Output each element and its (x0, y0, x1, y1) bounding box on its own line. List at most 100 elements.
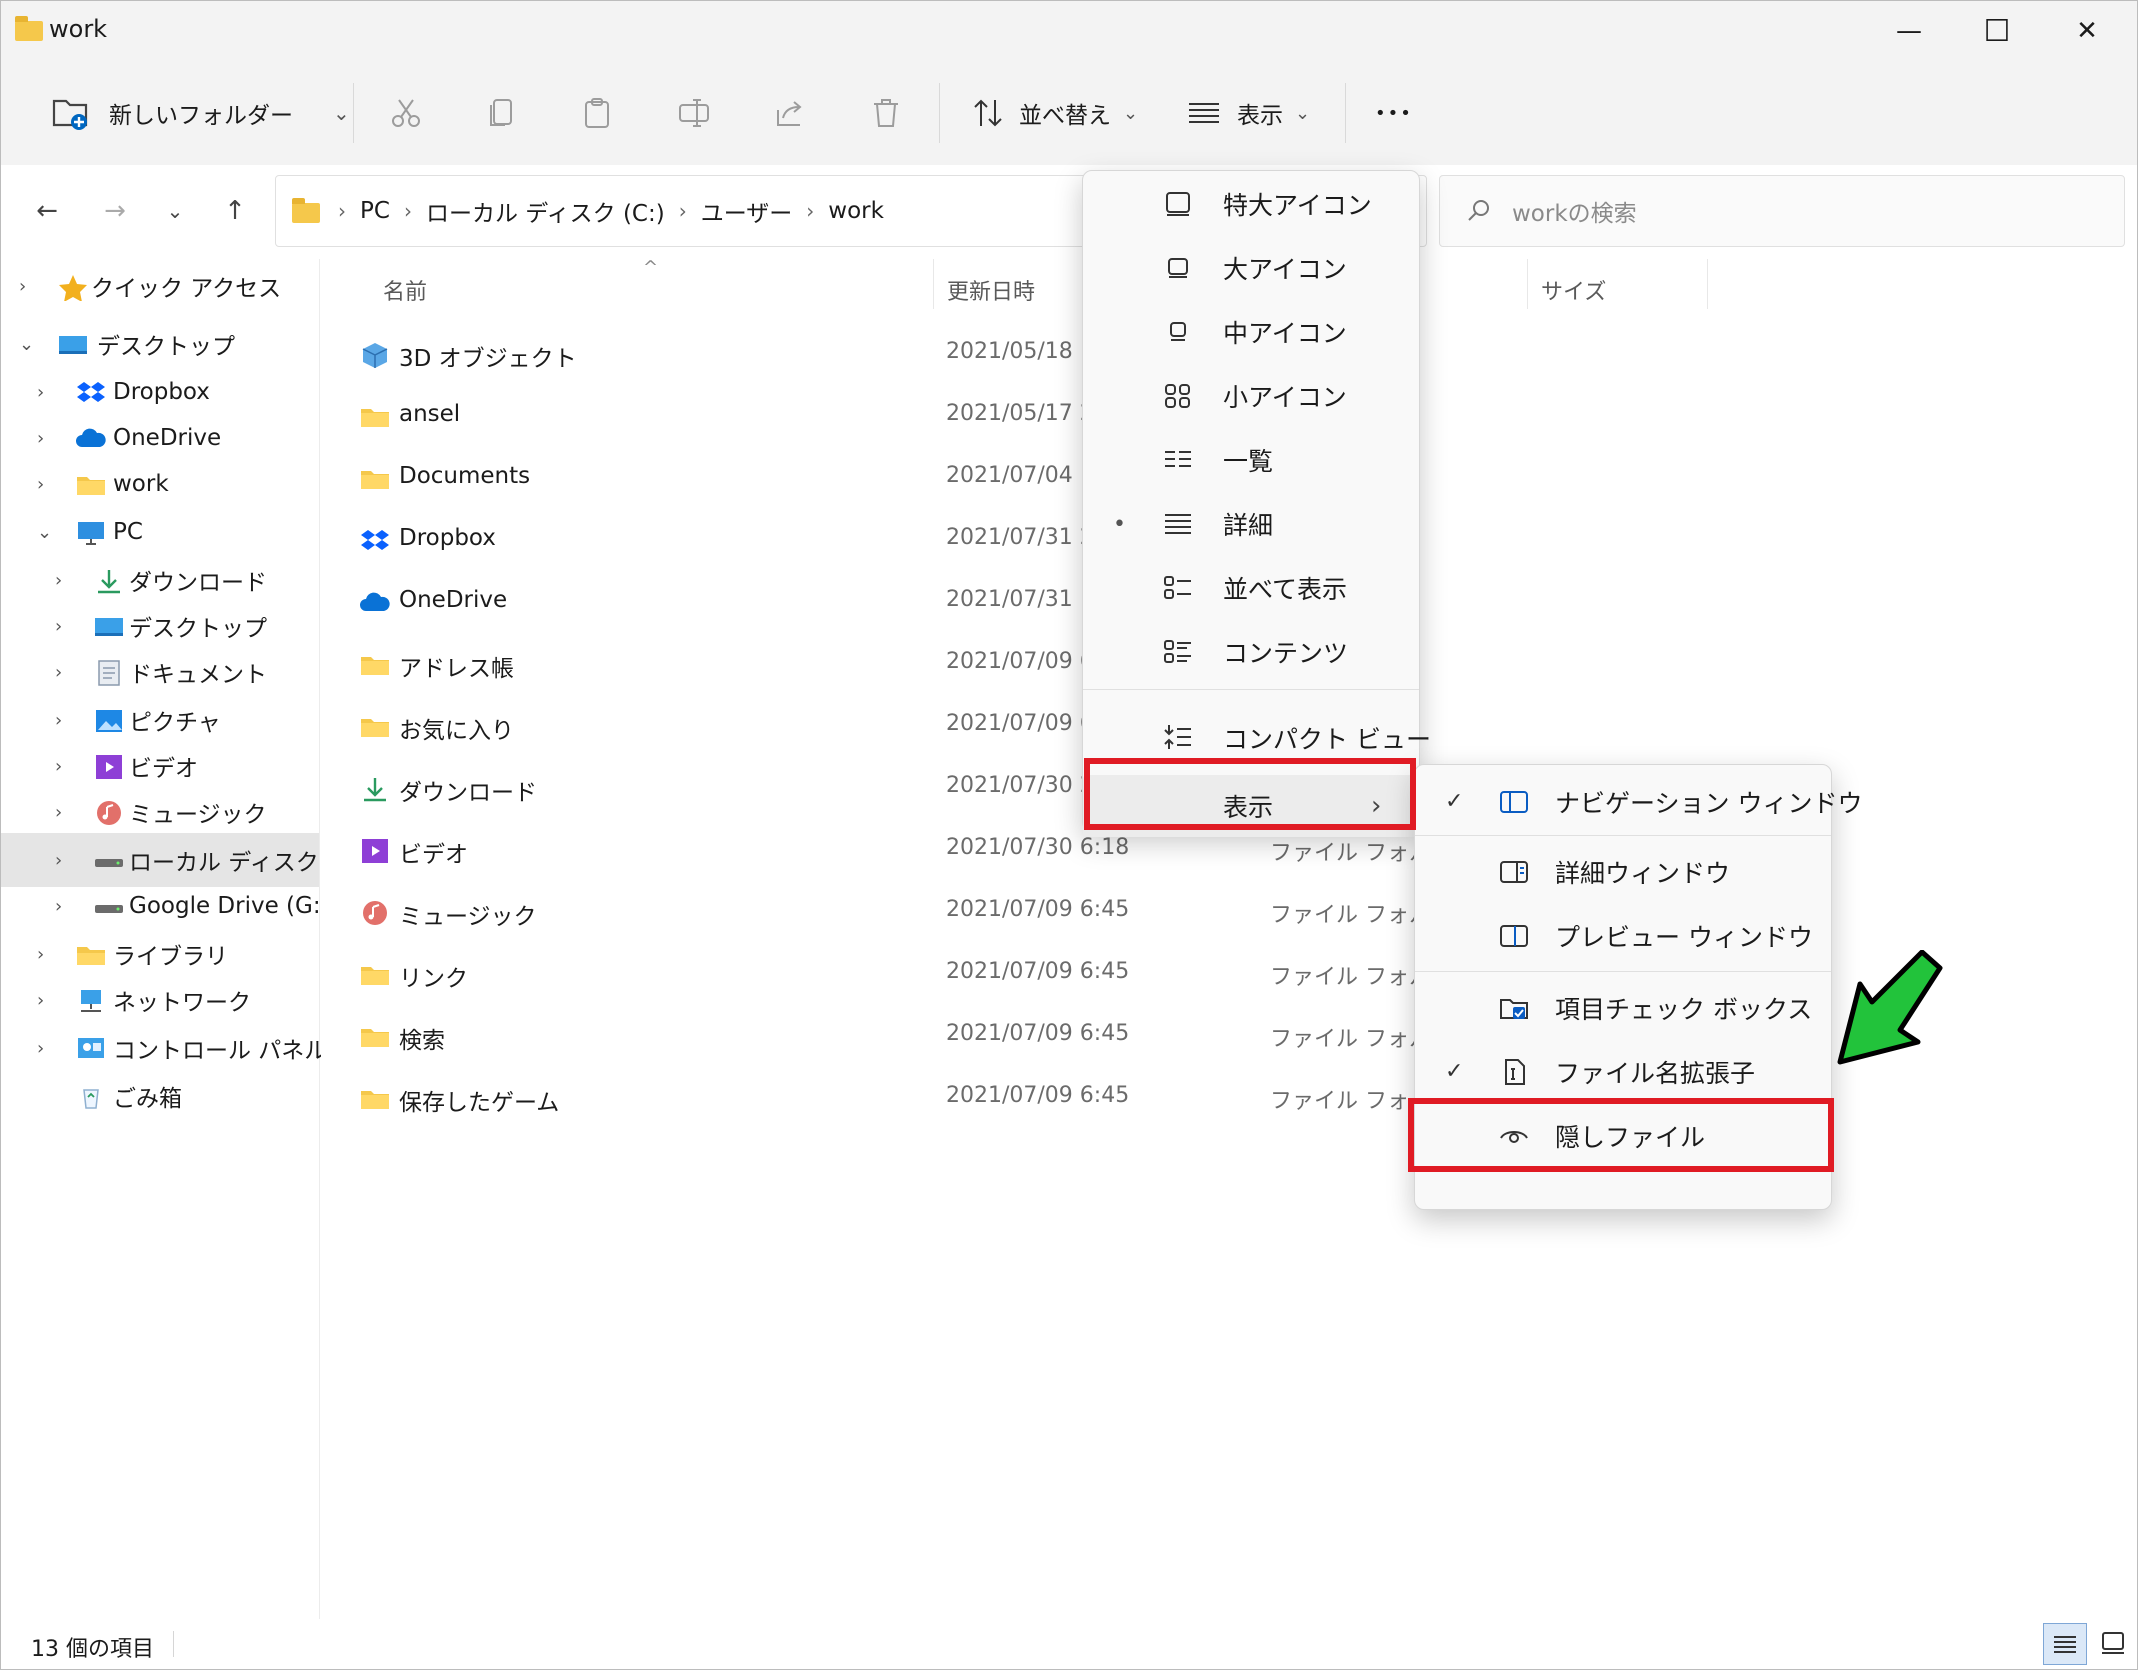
column-divider[interactable] (1707, 259, 1708, 309)
view-menu-item[interactable]: 中アイコン (1083, 301, 1419, 363)
rename-button[interactable] (677, 83, 711, 143)
dropbox-icon (75, 379, 105, 405)
show-submenu-item[interactable]: ✓ ファイル名拡張子 (1415, 1041, 1831, 1103)
chevron-down-icon[interactable]: ⌄ (19, 334, 34, 355)
view-menu-item-label: 詳細 (1223, 511, 1274, 540)
column-divider[interactable] (933, 259, 934, 309)
green-arrow-annotation (1837, 950, 1943, 1065)
delete-button[interactable] (869, 83, 903, 143)
chevron-down-icon: ⌄ (166, 199, 184, 223)
view-menu-item[interactable]: • 詳細 (1083, 493, 1419, 555)
chevron-right-icon[interactable]: › (55, 616, 62, 637)
title-bar: work — ☐ ✕ (1, 1, 2137, 61)
show-submenu-item[interactable]: 項目チェック ボックス (1415, 977, 1831, 1039)
chevron-right-icon[interactable]: › (55, 850, 62, 871)
file-row[interactable]: 保存したゲーム 2021/07/09 6:45 ファイル フォルダ (321, 1067, 2137, 1129)
view-menu-item[interactable]: 大アイコン (1083, 237, 1419, 299)
chevron-right-icon[interactable]: › (55, 570, 62, 591)
content-icon (1163, 638, 1193, 666)
chevron-right-icon[interactable]: › (55, 802, 62, 823)
maximize-button[interactable]: ☐ (1951, 1, 2043, 61)
pc-icon (75, 519, 105, 545)
sidebar-item-label: デスクトップ (129, 616, 267, 642)
file-date: 2021/07/09 6:45 (946, 897, 1130, 922)
show-submenu-item[interactable]: ✓ ナビゲーション ウィンドウ (1415, 771, 1862, 833)
new-folder-button[interactable]: 新しいフォルダー ⌄ (51, 83, 350, 143)
view-menu-item-label: コンテンツ (1223, 639, 1349, 668)
chevron-right-icon[interactable]: › (37, 990, 44, 1011)
column-header-size[interactable]: サイズ (1541, 267, 1606, 313)
close-button[interactable]: ✕ (2041, 1, 2133, 61)
sidebar-item[interactable]: › ミュージック (1, 785, 319, 839)
show-submenu-item[interactable]: プレビュー ウィンドウ (1415, 905, 1831, 967)
minimize-button[interactable]: — (1863, 1, 1955, 61)
music-icon (359, 899, 391, 925)
sidebar-item[interactable]: ⌄ デスクトップ (1, 317, 319, 371)
view-button[interactable]: 表示 ⌄ (1187, 83, 1310, 143)
chevron-down-icon[interactable]: ⌄ (37, 522, 52, 543)
sidebar-item[interactable]: › ドキュメント (1, 645, 319, 699)
details-pane-icon (1499, 858, 1529, 886)
sidebar-item[interactable]: › クイック アクセス (1, 259, 319, 313)
show-submenu-item[interactable]: 詳細ウィンドウ (1415, 841, 1831, 903)
show-submenu-item[interactable]: 隠しファイル (1415, 1105, 1831, 1167)
sidebar-item[interactable]: › ネットワーク (1, 973, 319, 1027)
sidebar-item[interactable]: ごみ箱 (1, 1069, 319, 1123)
chevron-right-icon[interactable]: › (55, 896, 62, 917)
sort-button[interactable]: 並べ替え ⌄ (971, 83, 1138, 143)
chevron-down-icon: ⌄ (1123, 102, 1139, 124)
sidebar-item[interactable]: ⌄ PC (1, 505, 319, 559)
show-submenu-item[interactable]: 表示 › (1083, 775, 1419, 837)
chevron-right-icon[interactable]: › (55, 756, 62, 777)
file-date: 2021/07/31 1 (946, 587, 1094, 612)
sidebar-item[interactable]: › Google Drive (G:) (1, 879, 330, 933)
forward-button[interactable]: → (93, 189, 137, 233)
view-menu-item[interactable]: 小アイコン (1083, 365, 1419, 427)
sidebar-item[interactable]: › コントロール パネル (1, 1021, 327, 1075)
view-menu-item[interactable]: コンテンツ (1083, 621, 1419, 683)
column-header-name[interactable]: 名前 (383, 267, 427, 313)
chevron-right-icon[interactable]: › (37, 428, 44, 449)
breadcrumb-local-disk[interactable]: ローカル ディスク (C:) (426, 194, 665, 228)
breadcrumb-work[interactable]: work (828, 198, 884, 224)
view-menu-item[interactable]: 一覧 (1083, 429, 1419, 491)
address-row: ← → ⌄ ↑ › PC › ローカル ディスク (C:) › ユーザー › w… (1, 165, 2137, 259)
paste-button[interactable] (581, 83, 615, 143)
breadcrumb-pc[interactable]: PC (360, 198, 390, 224)
breadcrumb-separator: › (678, 199, 687, 223)
chevron-right-icon[interactable]: › (37, 944, 44, 965)
chevron-right-icon[interactable]: › (37, 474, 44, 495)
video-icon (359, 837, 391, 863)
search-box[interactable]: workの検索 (1439, 175, 2125, 247)
sidebar-item-label: OneDrive (113, 425, 222, 451)
large-icons-view-toggle[interactable] (2093, 1623, 2133, 1663)
chevron-right-icon[interactable]: › (55, 710, 62, 731)
copy-button[interactable] (485, 83, 519, 143)
column-divider[interactable] (1527, 259, 1528, 309)
sort-icon (974, 99, 1002, 127)
view-menu-item[interactable]: 並べて表示 (1083, 557, 1419, 619)
sort-label: 並べ替え (1019, 103, 1111, 129)
chevron-down-icon: ⌄ (1295, 102, 1311, 124)
column-header-date[interactable]: 更新日時 (947, 267, 1035, 313)
view-menu-item[interactable]: 特大アイコン (1083, 173, 1419, 235)
details-view-toggle[interactable] (2043, 1623, 2087, 1665)
share-button[interactable] (773, 83, 807, 143)
file-row[interactable]: ミュージック 2021/07/09 6:45 ファイル フォルダ (321, 881, 2137, 943)
more-options-button[interactable]: ••• (1375, 83, 1413, 143)
chevron-right-icon[interactable]: › (19, 276, 26, 297)
recent-locations-button[interactable]: ⌄ (153, 189, 197, 233)
arrow-right-icon: → (104, 196, 126, 226)
view-menu-item-label: 一覧 (1223, 447, 1274, 476)
breadcrumb-users[interactable]: ユーザー (701, 194, 793, 228)
up-button[interactable]: ↑ (213, 189, 257, 233)
cut-button[interactable] (389, 83, 423, 143)
chevron-right-icon[interactable]: › (37, 382, 44, 403)
chevron-right-icon[interactable]: › (37, 1038, 44, 1059)
compact-view-item[interactable]: コンパクト ビュー (1083, 707, 1431, 769)
chevron-right-icon[interactable]: › (55, 662, 62, 683)
back-button[interactable]: ← (25, 189, 69, 233)
eye-icon (1499, 1122, 1529, 1150)
sidebar-item[interactable]: › work (1, 457, 319, 511)
sidebar-item-label: ライブラリ (113, 944, 228, 970)
